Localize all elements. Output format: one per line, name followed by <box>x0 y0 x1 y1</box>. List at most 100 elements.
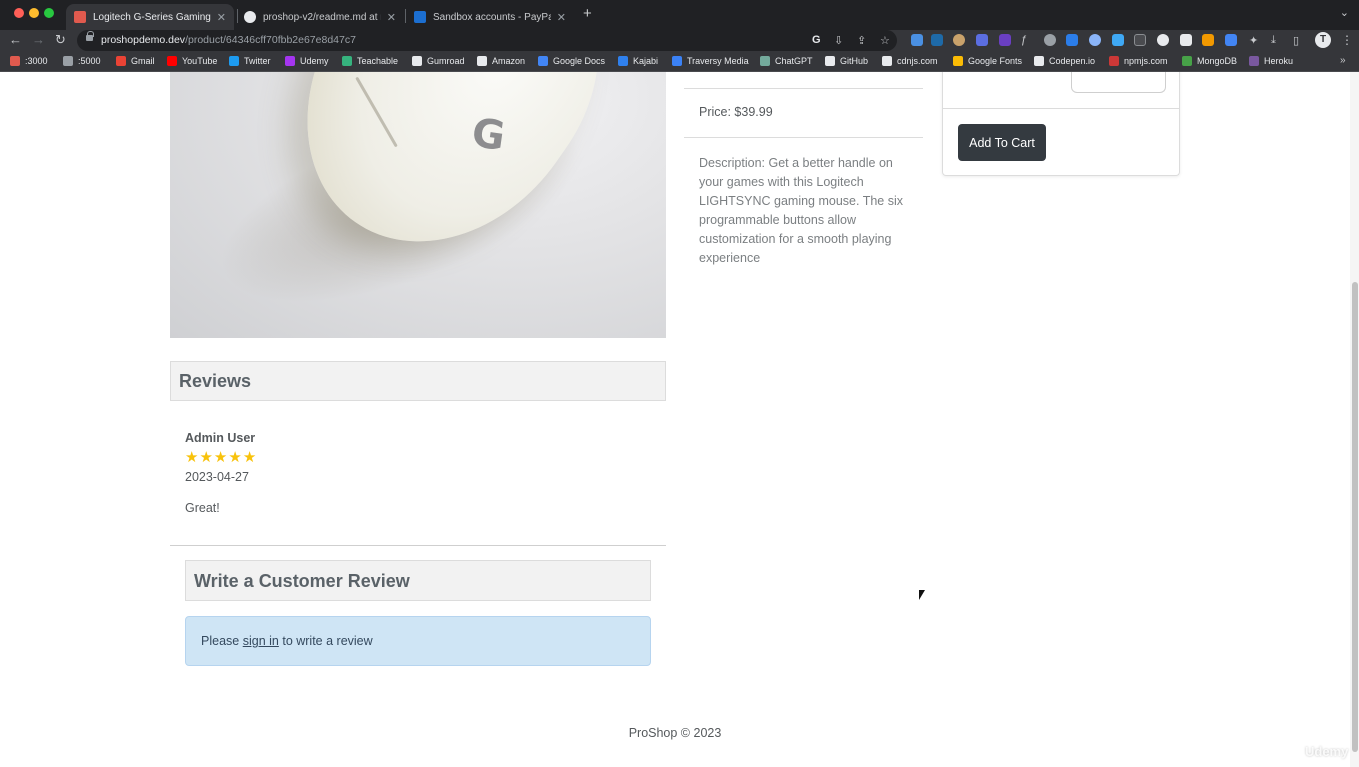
sign-in-link[interactable]: sign in <box>243 634 279 648</box>
add-to-cart-button[interactable]: Add To Cart <box>958 124 1046 161</box>
extension-icon[interactable] <box>953 34 965 46</box>
bookmark-favicon-icon <box>1249 56 1259 66</box>
back-arrow-icon[interactable]: ← <box>9 32 22 47</box>
quantity-select[interactable] <box>1071 72 1166 93</box>
product-description: Description: Get a better handle on your… <box>699 156 904 265</box>
page-scrollbar[interactable] <box>1350 72 1359 767</box>
bookmark-label: Google Fonts <box>968 56 1023 66</box>
bookmark-label: Gumroad <box>427 56 465 66</box>
more-bookmarks-icon[interactable]: » <box>1340 55 1346 66</box>
extension-icon[interactable] <box>1180 34 1192 46</box>
forward-arrow-icon[interactable]: → <box>32 32 45 47</box>
extension-icon[interactable] <box>1225 34 1237 46</box>
bookmark-item[interactable]: YouTube <box>167 56 217 66</box>
install-app-icon[interactable]: ⇩ <box>834 34 843 47</box>
bookmark-item[interactable]: Kajabi <box>618 56 658 66</box>
extension-icon[interactable] <box>1066 34 1078 46</box>
bookmark-item[interactable]: :5000 <box>63 56 101 66</box>
puzzle-extensions-icon[interactable]: ✦ <box>1249 34 1258 47</box>
formula-extension-icon[interactable]: ƒ <box>1021 34 1027 46</box>
bookmark-item[interactable]: cdnjs.com <box>882 56 938 66</box>
mouse-cursor-icon <box>919 590 925 600</box>
extension-icon[interactable] <box>1089 34 1101 46</box>
bookmark-item[interactable]: Amazon <box>477 56 525 66</box>
address-bar[interactable]: proshopdemo.dev/product/64346cff70fbb2e6… <box>77 30 897 51</box>
bookmark-label: :3000 <box>25 56 48 66</box>
close-tab-icon[interactable]: ✕ <box>217 11 226 24</box>
write-review-title: Write a Customer Review <box>194 571 410 591</box>
maximize-window-button[interactable] <box>44 8 54 18</box>
star-icon: ★ <box>213 449 228 466</box>
product-page: G Price: $39.99 Description: Get a bette… <box>0 72 1350 767</box>
bookmark-item[interactable]: ChatGPT <box>760 56 813 66</box>
bookmark-favicon-icon <box>477 56 487 66</box>
minimize-window-button[interactable] <box>29 8 39 18</box>
review-comment: Great! <box>185 501 220 515</box>
bookmark-label: Traversy Media <box>687 56 749 66</box>
close-tab-icon[interactable]: ✕ <box>557 11 566 24</box>
bookmark-item[interactable]: Udemy <box>285 56 329 66</box>
bookmark-favicon-icon <box>672 56 682 66</box>
signin-alert: Please sign in to write a review <box>185 616 651 666</box>
extension-icon[interactable] <box>911 34 923 46</box>
close-window-button[interactable] <box>14 8 24 18</box>
tab-github[interactable]: proshop-v2/readme.md at mai ✕ <box>236 4 404 30</box>
bookmark-item[interactable]: Gumroad <box>412 56 465 66</box>
bookmark-favicon-icon <box>63 56 73 66</box>
url-text[interactable]: proshopdemo.dev/product/64346cff70fbb2e6… <box>101 34 356 46</box>
extension-icon[interactable] <box>1134 34 1146 46</box>
extension-icon[interactable] <box>976 34 988 46</box>
tab-search-icon[interactable]: ⌄ <box>1340 6 1349 19</box>
scrollbar-thumb[interactable] <box>1352 282 1358 752</box>
downloads-icon[interactable]: ⤓ <box>1271 34 1276 47</box>
bookmark-label: ChatGPT <box>775 56 813 66</box>
bookmark-favicon-icon <box>1182 56 1192 66</box>
bookmark-item[interactable]: Google Fonts <box>953 56 1022 66</box>
paypal-favicon-icon <box>414 11 426 23</box>
extension-icon[interactable] <box>1044 34 1056 46</box>
tab-paypal[interactable]: Sandbox accounts - PayPal De ✕ <box>406 4 574 30</box>
bookmark-item[interactable]: Twitter <box>229 56 271 66</box>
close-tab-icon[interactable]: ✕ <box>387 11 396 24</box>
extension-icon[interactable] <box>999 34 1011 46</box>
bookmark-item[interactable]: Codepen.io <box>1034 56 1095 66</box>
bookmark-label: cdnjs.com <box>897 56 938 66</box>
extension-icon[interactable] <box>1112 34 1124 46</box>
bookmark-item[interactable]: Teachable <box>342 56 398 66</box>
bookmark-label: Amazon <box>492 56 526 66</box>
reload-icon[interactable]: ↻ <box>55 32 66 48</box>
bookmark-item[interactable]: Traversy Media <box>672 56 749 66</box>
browser-tab-bar: Logitech G-Series Gaming Mo ✕ proshop-v2… <box>0 0 1359 30</box>
bookmark-label: MongoDB <box>1197 56 1238 66</box>
browser-menu-icon[interactable]: ⋮ <box>1341 33 1353 47</box>
footer-copyright: ProShop © 2023 <box>628 726 722 740</box>
bookmark-item[interactable]: GitHub <box>825 56 868 66</box>
bookmark-favicon-icon <box>285 56 295 66</box>
bookmark-item[interactable]: Google Docs <box>538 56 605 66</box>
extension-icon[interactable] <box>931 34 943 46</box>
bookmark-item[interactable]: npmjs.com <box>1109 56 1168 66</box>
side-panel-icon[interactable]: ▯ <box>1293 34 1299 47</box>
bookmark-label: Kajabi <box>633 56 659 66</box>
new-tab-icon[interactable]: + <box>583 5 592 22</box>
bookmark-item[interactable]: MongoDB <box>1182 56 1237 66</box>
bookmark-favicon-icon <box>1109 56 1119 66</box>
bookmark-label: GitHub <box>840 56 869 66</box>
lock-icon <box>86 31 94 41</box>
share-icon[interactable]: ⇪ <box>857 34 866 47</box>
extension-icon[interactable] <box>1157 34 1169 46</box>
info-divider <box>684 137 923 138</box>
bookmark-item[interactable]: Gmail <box>116 56 155 66</box>
udemy-watermark: Udemy <box>1305 744 1349 759</box>
extension-icon[interactable] <box>1202 34 1214 46</box>
tab-product[interactable]: Logitech G-Series Gaming Mo ✕ <box>66 4 234 30</box>
bookmark-favicon-icon <box>760 56 770 66</box>
bookmark-item[interactable]: :3000 <box>10 56 48 66</box>
google-lens-icon[interactable]: G <box>812 34 821 46</box>
profile-avatar[interactable]: T <box>1315 32 1331 48</box>
bookmark-star-icon[interactable]: ☆ <box>880 34 890 47</box>
bookmark-label: Gmail <box>131 56 155 66</box>
bookmark-item[interactable]: Heroku <box>1249 56 1293 66</box>
signin-message: Please sign in to write a review <box>201 634 373 648</box>
bookmark-favicon-icon <box>10 56 20 66</box>
